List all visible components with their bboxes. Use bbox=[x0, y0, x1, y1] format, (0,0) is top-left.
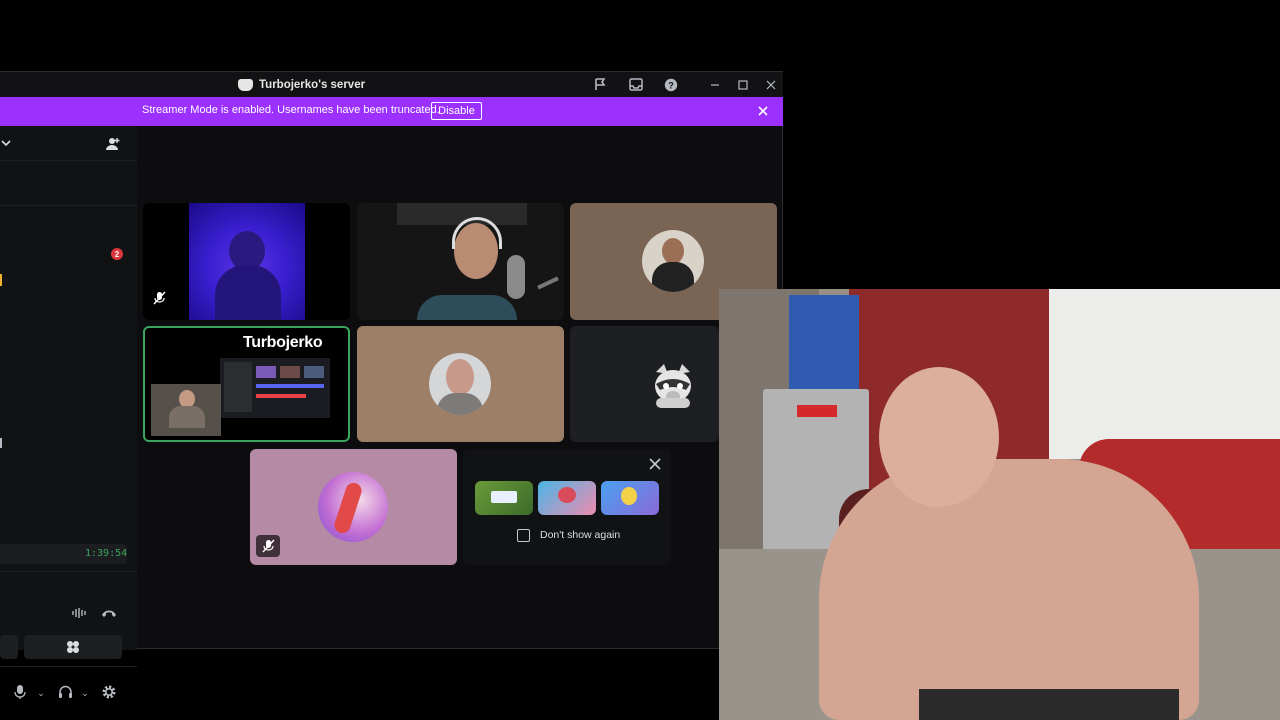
chess-game-icon[interactable] bbox=[475, 481, 533, 515]
audio-options-chevron-icon[interactable]: ⌄ bbox=[75, 683, 95, 703]
background-window bbox=[1049, 289, 1280, 459]
help-icon[interactable]: ? bbox=[662, 76, 679, 93]
puzzle-game-character bbox=[558, 487, 576, 503]
person-body bbox=[819, 459, 1199, 720]
avatar-figure bbox=[332, 480, 364, 536]
headphones-icon[interactable] bbox=[55, 682, 75, 702]
video-tile[interactable] bbox=[570, 326, 719, 442]
streamer-mode-banner: Streamer Mode is enabled. Usernames have… bbox=[0, 97, 783, 126]
title-bar: Turbojerko's server ? bbox=[0, 72, 783, 97]
add-member-icon[interactable] bbox=[103, 134, 123, 154]
dont-show-again-checkbox[interactable] bbox=[517, 529, 530, 542]
inbox-icon[interactable] bbox=[627, 76, 644, 93]
unread-indicator bbox=[0, 274, 2, 286]
person-head bbox=[879, 367, 999, 507]
sticker bbox=[797, 405, 837, 417]
muted-icon bbox=[153, 291, 166, 308]
cat-game-character bbox=[621, 487, 637, 505]
channel-indicator bbox=[0, 438, 2, 448]
screen-line bbox=[256, 384, 324, 388]
mic-options-chevron-icon[interactable]: ⌄ bbox=[31, 683, 51, 703]
window-title: Turbojerko's server bbox=[238, 76, 365, 93]
close-icon[interactable] bbox=[646, 455, 664, 473]
avatar-body bbox=[652, 262, 694, 292]
avatar-body bbox=[437, 393, 483, 415]
muted-icon bbox=[256, 535, 280, 557]
video-tile[interactable] bbox=[357, 326, 564, 442]
dont-show-again-label: Don't show again bbox=[540, 529, 621, 541]
sidebar-divider bbox=[0, 666, 137, 667]
chevron-down-icon[interactable] bbox=[0, 133, 16, 153]
activities-button[interactable] bbox=[24, 635, 122, 659]
gear-icon[interactable] bbox=[99, 682, 119, 702]
streamer-name-overlay: Turbojerko bbox=[243, 334, 323, 351]
streamer-webcam-preview bbox=[151, 384, 221, 436]
microphone-prop bbox=[507, 255, 525, 299]
notification-badge: 2 bbox=[111, 248, 123, 260]
mic-arm bbox=[537, 276, 559, 290]
server-logo-icon bbox=[238, 78, 253, 91]
screen-line bbox=[256, 394, 306, 398]
video-tile[interactable] bbox=[250, 449, 457, 565]
minimize-icon[interactable] bbox=[706, 76, 723, 93]
window-title-text: Turbojerko's server bbox=[259, 78, 366, 91]
video-tile[interactable] bbox=[143, 203, 350, 320]
participant-avatar bbox=[318, 472, 388, 542]
close-icon[interactable] bbox=[762, 76, 779, 93]
maximize-icon[interactable] bbox=[734, 76, 751, 93]
activities-icon bbox=[63, 637, 83, 657]
avatar-face bbox=[662, 238, 684, 264]
noise-suppression-icon[interactable] bbox=[70, 603, 90, 623]
banner-text: Streamer Mode is enabled. Usernames have… bbox=[142, 104, 440, 116]
participant-video bbox=[189, 203, 305, 320]
beer-box bbox=[789, 295, 859, 391]
cat-game-icon[interactable] bbox=[601, 481, 659, 515]
screen-thumb bbox=[256, 366, 276, 378]
banner-close-icon[interactable] bbox=[756, 103, 770, 119]
sidebar-divider bbox=[0, 205, 137, 206]
participant-shirt bbox=[417, 295, 517, 320]
sidebar-header bbox=[0, 126, 137, 161]
shared-screen-preview bbox=[220, 358, 330, 418]
call-timer: 1:39:54 bbox=[85, 548, 128, 559]
sidebar-divider bbox=[0, 571, 137, 572]
microphone-icon[interactable] bbox=[10, 682, 30, 702]
disable-streamer-mode-button[interactable]: Disable bbox=[431, 102, 482, 120]
participant-avatar bbox=[642, 230, 704, 292]
participant-avatar bbox=[429, 353, 491, 415]
screen-sidebar bbox=[224, 362, 252, 412]
webcam-body bbox=[169, 406, 205, 428]
participant-silhouette bbox=[215, 265, 281, 320]
screen-thumb bbox=[280, 366, 300, 378]
puzzle-game-icon[interactable] bbox=[538, 481, 596, 515]
chess-game-badge bbox=[491, 491, 517, 503]
screen-thumb bbox=[304, 366, 324, 378]
streamer-webcam-overlay bbox=[719, 289, 1280, 720]
raccoon-avatar-icon bbox=[650, 362, 696, 410]
video-button[interactable] bbox=[0, 635, 18, 659]
svg-text:?: ? bbox=[668, 80, 674, 90]
desk-edge bbox=[919, 689, 1179, 720]
avatar-face bbox=[446, 359, 474, 395]
flag-icon[interactable] bbox=[592, 76, 609, 93]
video-tile[interactable] bbox=[357, 203, 564, 320]
disconnect-icon[interactable] bbox=[99, 603, 119, 623]
channel-sidebar: 2 1:39:54 ⌄ ⌄ bbox=[0, 126, 137, 699]
